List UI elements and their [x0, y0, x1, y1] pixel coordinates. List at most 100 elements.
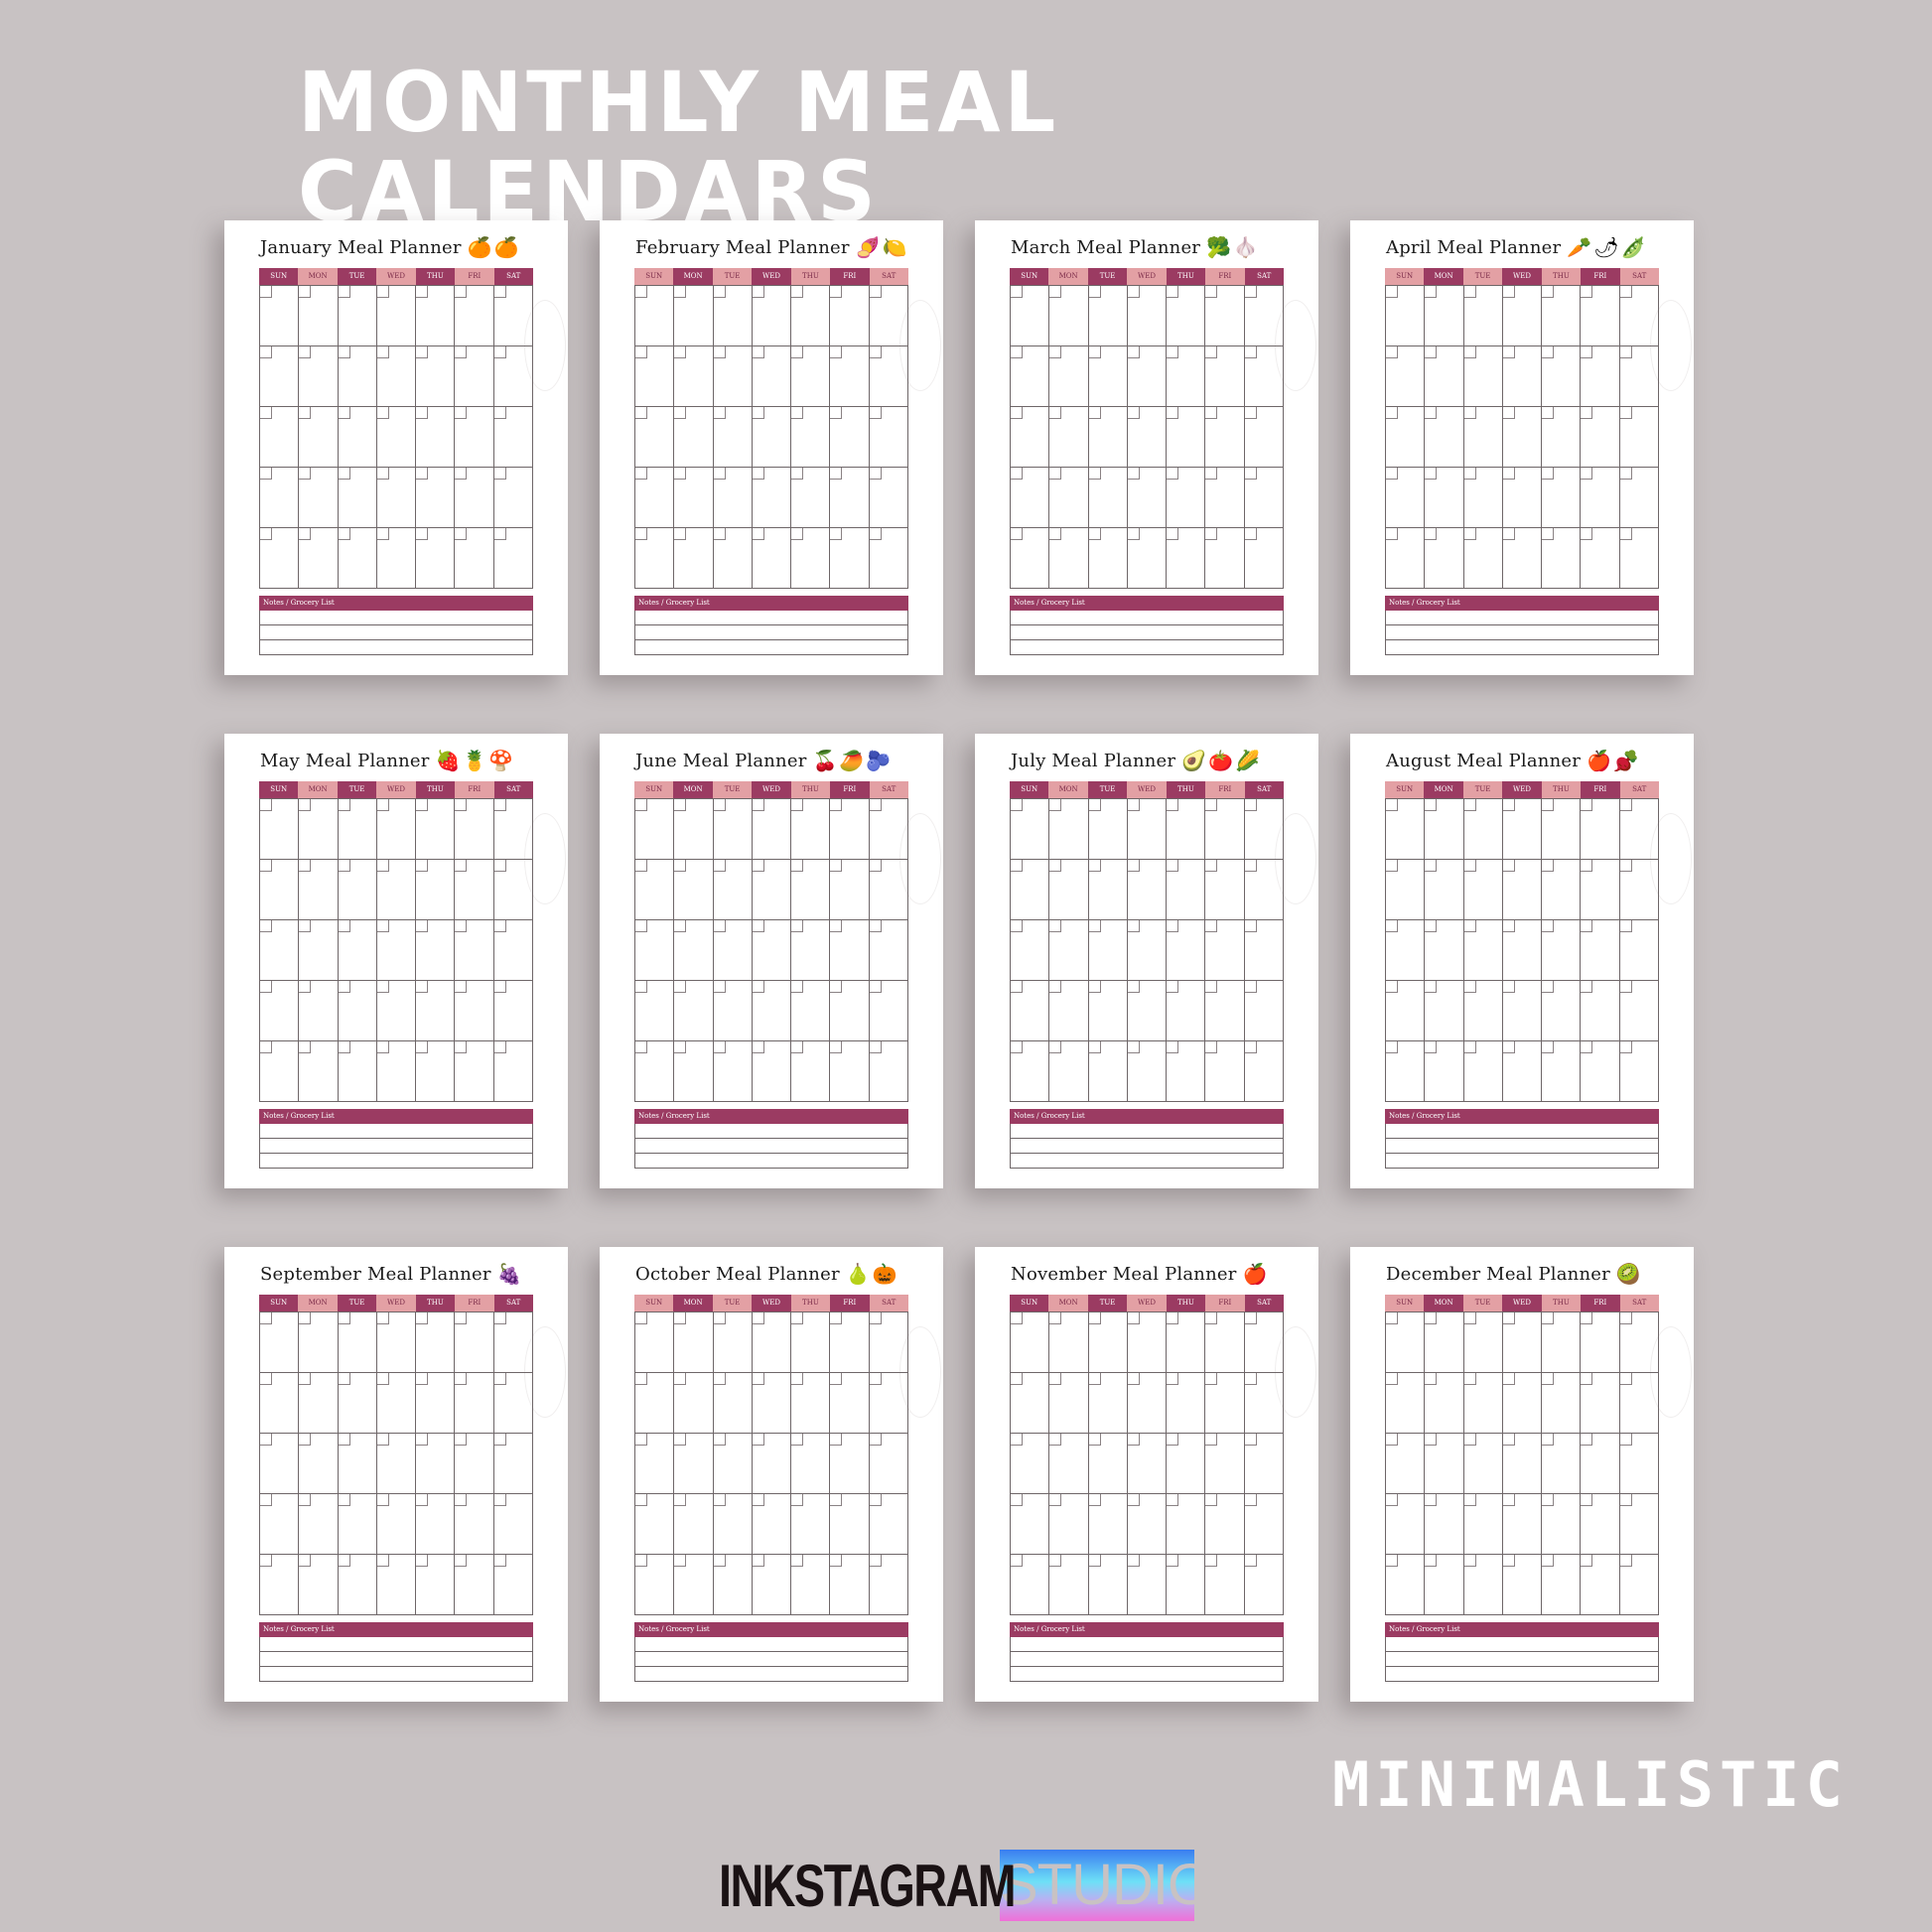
day-cell	[1502, 1434, 1543, 1494]
date-box	[1425, 286, 1438, 298]
weekday-label: WED	[376, 781, 416, 798]
date-box	[1167, 1373, 1179, 1385]
date-box	[376, 346, 389, 358]
date-box	[791, 860, 804, 872]
day-cell	[1088, 1373, 1128, 1434]
date-box	[299, 346, 312, 358]
day-cell	[1049, 468, 1089, 528]
day-cell	[1502, 981, 1543, 1041]
date-box	[1088, 407, 1101, 419]
date-box	[1205, 981, 1218, 993]
day-cell	[830, 528, 870, 589]
week-row	[635, 528, 908, 589]
date-box	[493, 1555, 506, 1567]
date-box	[1425, 1434, 1438, 1446]
date-box	[376, 1555, 389, 1567]
date-box	[1542, 346, 1555, 358]
weekday-label: SAT	[1619, 268, 1659, 285]
day-cell	[1244, 860, 1284, 920]
day-cell	[1244, 1373, 1284, 1434]
day-cell	[299, 799, 339, 860]
date-box	[1127, 799, 1140, 811]
day-cell	[1425, 1312, 1464, 1373]
date-box	[1425, 528, 1438, 540]
weekday-label: SUN	[1385, 1295, 1425, 1311]
day-cell	[338, 1312, 377, 1373]
weekday-label: SUN	[1010, 268, 1049, 285]
date-box	[1386, 468, 1398, 480]
date-box	[752, 1041, 764, 1053]
day-cell	[1011, 468, 1050, 528]
weekday-label: WED	[752, 781, 791, 798]
day-cell	[299, 286, 339, 346]
day-cell	[1127, 1041, 1168, 1102]
date-box	[1011, 1312, 1023, 1324]
date-box	[493, 346, 506, 358]
date-box	[1463, 799, 1476, 811]
day-cell	[1088, 1555, 1128, 1615]
week-row	[635, 799, 908, 860]
date-box	[376, 1041, 389, 1053]
day-cell	[1425, 1555, 1464, 1615]
notes-line	[1385, 1637, 1659, 1652]
day-cell	[455, 1041, 494, 1102]
date-box	[635, 1494, 647, 1506]
date-box	[1167, 1312, 1179, 1324]
date-box	[1502, 528, 1515, 540]
day-cell	[1386, 799, 1426, 860]
date-box	[260, 799, 272, 811]
day-cell	[260, 468, 300, 528]
day-cell	[1049, 1555, 1089, 1615]
day-cell	[376, 1312, 417, 1373]
notes-line	[1010, 1637, 1284, 1652]
date-box	[416, 468, 429, 480]
day-cell	[1463, 1041, 1503, 1102]
date-box	[260, 920, 272, 932]
week-row	[1011, 1373, 1284, 1434]
date-box	[1502, 1373, 1515, 1385]
date-box	[869, 1555, 882, 1567]
weekday-label: FRI	[1205, 268, 1245, 285]
date-box	[869, 286, 882, 298]
day-cell	[1425, 407, 1464, 468]
day-cell	[1425, 1494, 1464, 1555]
day-cell	[1167, 1494, 1206, 1555]
weekday-label: SAT	[1619, 1295, 1659, 1311]
day-cell	[1581, 1555, 1620, 1615]
day-cell	[1011, 920, 1050, 981]
calendar-grid: SUN MON TUE WED THU FRI SAT	[1010, 268, 1284, 589]
date-box	[1088, 1555, 1101, 1567]
date-box	[869, 860, 882, 872]
date-box	[674, 799, 687, 811]
date-box	[1244, 1555, 1257, 1567]
day-cell	[869, 407, 908, 468]
notes-line	[1010, 611, 1284, 625]
day-cell	[455, 1312, 494, 1373]
date-box	[376, 1373, 389, 1385]
day-cell	[1386, 1494, 1426, 1555]
date-box	[674, 468, 687, 480]
date-box	[1542, 981, 1555, 993]
day-cell	[1011, 1373, 1050, 1434]
day-cell	[1463, 860, 1503, 920]
day-cell	[1542, 1494, 1582, 1555]
day-cell	[299, 528, 339, 589]
date-box	[869, 1041, 882, 1053]
weekday-header: SUN MON TUE WED THU FRI SAT	[259, 1295, 533, 1311]
weekday-label: WED	[752, 268, 791, 285]
notes-label: Notes / Grocery List	[1385, 1622, 1659, 1637]
day-cell	[1049, 981, 1089, 1041]
week-row	[1011, 468, 1284, 528]
date-box	[1463, 468, 1476, 480]
date-box	[1127, 1434, 1140, 1446]
planner-title: December Meal Planner	[1386, 1263, 1610, 1285]
date-box	[635, 1555, 647, 1567]
day-cell	[1542, 346, 1582, 407]
day-cell	[338, 920, 377, 981]
day-cell	[1088, 860, 1128, 920]
notes-line	[259, 1667, 533, 1682]
notes-line	[1010, 1124, 1284, 1139]
day-cell	[1127, 860, 1168, 920]
date-box	[1386, 920, 1398, 932]
day-cell	[338, 1373, 377, 1434]
